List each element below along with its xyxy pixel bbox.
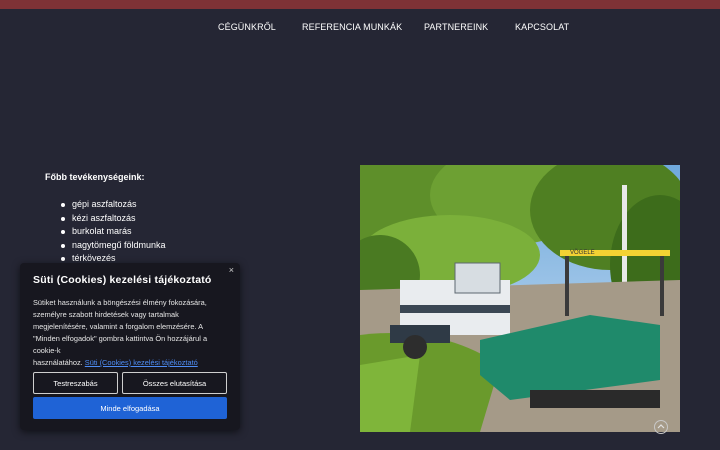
paver-brand-text: VÖGELE [570, 249, 595, 256]
cookie-text-line: Sütiket használunk a böngészési élmény f… [33, 298, 207, 307]
activities-title: Főbb tevékenységeink: [45, 172, 145, 182]
cookie-description: Sütiket használunk a böngészési élmény f… [33, 297, 227, 369]
arrow-up-icon [657, 424, 665, 429]
list-item: nagytömegű földmunka [58, 239, 166, 253]
accept-all-button[interactable]: Minde elfogadása [33, 397, 227, 419]
nav-item-about[interactable]: CÉGÜNKRŐL [218, 22, 276, 32]
cookie-title: Süti (Cookies) kezelési tájékoztató [33, 274, 212, 286]
nav-item-references[interactable]: REFERENCIA MUNKÁK [302, 22, 402, 32]
customize-button[interactable]: Testreszabás [33, 372, 118, 394]
cookie-text-line: "Minden elfogadok" gombra kattintva Ön h… [33, 334, 208, 343]
scroll-top-button[interactable] [654, 420, 668, 434]
cookie-text-line: személyre szabott hirdetések vagy tartal… [33, 310, 179, 319]
nav-item-contact[interactable]: KAPCSOLAT [515, 22, 569, 32]
cookie-text-line: használatához. Süti (Cookies) kezelési t… [33, 357, 227, 369]
nav-item-partners[interactable]: PARTNEREINK [424, 22, 488, 32]
machinery-photo: VÖGELE [360, 165, 680, 432]
reject-all-button[interactable]: Összes elutasítása [122, 372, 227, 394]
cookie-text-line: megjelenítésére, valamint a forgalom ele… [33, 322, 204, 331]
cookie-consent-dialog: × Süti (Cookies) kezelési tájékoztató Sü… [20, 263, 240, 430]
list-item: burkolat marás [58, 225, 166, 239]
list-item: gépi aszfaltozás [58, 198, 166, 212]
close-icon[interactable]: × [229, 265, 234, 275]
cookie-button-row: Testreszabás Összes elutasítása [33, 372, 227, 394]
cookie-text-line: cookie-k [33, 346, 61, 355]
list-item: kézi aszfaltozás [58, 212, 166, 226]
cookie-policy-link[interactable]: Süti (Cookies) kezelési tájékoztató [85, 358, 198, 367]
activities-list: gépi aszfaltozás kézi aszfaltozás burkol… [58, 198, 166, 266]
main-nav: CÉGÜNKRŐL REFERENCIA MUNKÁK PARTNEREINK … [0, 22, 720, 36]
cookie-text-prefix: használatához. [33, 358, 83, 367]
top-accent-bar [0, 0, 720, 9]
